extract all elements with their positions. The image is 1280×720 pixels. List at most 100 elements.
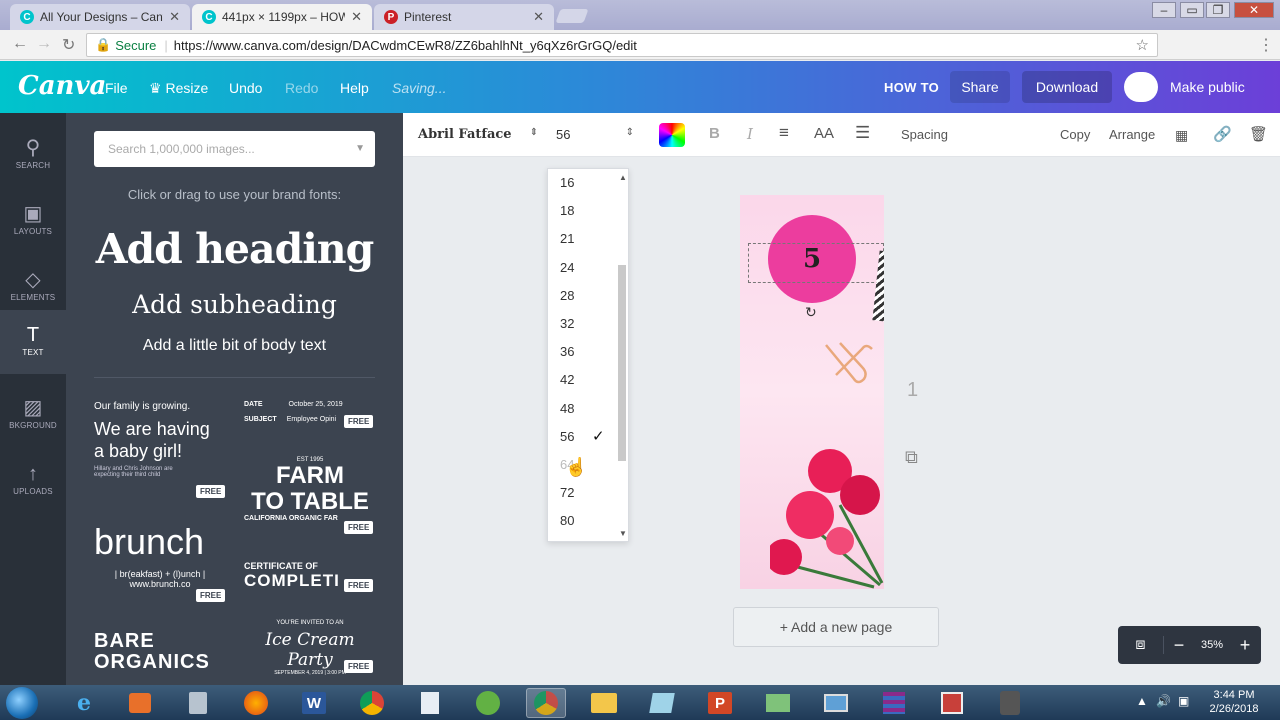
notepad-green-icon[interactable] — [758, 688, 798, 718]
rail-layouts[interactable]: ▣ LAYOUTS — [0, 189, 66, 253]
bold-button[interactable]: B — [709, 125, 720, 142]
font-size-option[interactable]: 36 — [560, 344, 574, 359]
arrange-button[interactable]: Arrange — [1109, 127, 1155, 142]
font-size-select[interactable]: 56 ⇕ — [556, 127, 634, 142]
font-size-option[interactable]: 21 — [560, 231, 574, 246]
reload-icon[interactable]: ↻ — [62, 35, 75, 55]
template-memo[interactable]: DATE October 25, 2019 SUBJECT Employee Opi… — [244, 401, 376, 441]
browser-tab-designs[interactable]: C All Your Designs – Canva ✕ — [10, 4, 190, 30]
carnation-flowers-image[interactable] — [770, 445, 884, 589]
calculator-icon[interactable] — [178, 688, 218, 718]
template-farm-to-table[interactable]: EST 1995 FARM TO TABLE CALIFORNIA ORGANI… — [244, 457, 376, 535]
rail-text[interactable]: T TEXT — [0, 310, 66, 374]
template-ice-cream-party[interactable]: YOU'RE INVITED TO AN Ice Cream Party SEP… — [244, 620, 376, 680]
image-search-input[interactable]: Search 1,000,000 images... ▼ — [94, 131, 375, 167]
add-new-page-button[interactable]: + Add a new page — [733, 607, 939, 647]
font-size-option[interactable]: 56 — [560, 429, 574, 444]
font-size-option[interactable]: 32 — [560, 316, 574, 331]
browser-tab-design-edit[interactable]: C 441px × 1199px – HOW ✕ — [192, 4, 372, 30]
undo-button[interactable]: Undo — [229, 80, 262, 96]
rotate-handle-icon[interactable]: ↻ — [805, 304, 817, 321]
show-hidden-icons-icon[interactable]: ▲ — [1136, 694, 1148, 708]
font-size-option[interactable]: 48 — [560, 401, 574, 416]
design-page[interactable]: 5 — [740, 195, 884, 589]
text-case-button[interactable]: AA — [814, 125, 834, 142]
make-public-toggle[interactable]: Make public — [1122, 71, 1245, 103]
present-icon[interactable]: ⧈ — [1118, 636, 1164, 654]
volume-icon[interactable]: 🔊 — [1156, 694, 1171, 708]
download-button[interactable]: Download — [1022, 71, 1112, 103]
text-selection-box[interactable] — [748, 243, 884, 283]
tab-close-icon[interactable]: ✕ — [351, 9, 362, 25]
add-heading-button[interactable]: Add heading — [66, 225, 403, 273]
template-brunch[interactable]: brunch | br(eakfast) + (l)unch | www.bru… — [94, 521, 226, 605]
redo-button[interactable]: Redo — [285, 80, 318, 96]
template-certificate[interactable]: CERTIFICATE OF COMPLETI FREE — [244, 561, 376, 601]
link-icon[interactable]: 🔗 — [1213, 125, 1232, 143]
trash-icon[interactable]: 🗑 — [1249, 125, 1268, 143]
transparency-icon[interactable]: ▦ — [1175, 127, 1188, 144]
paint-icon[interactable] — [932, 688, 972, 718]
share-button[interactable]: Share — [950, 71, 1010, 103]
rail-uploads[interactable]: ↑ UPLOADS — [0, 449, 66, 513]
scroll-down-arrow-icon[interactable]: ▼ — [619, 529, 627, 538]
url-text[interactable]: https://www.canva.com/design/DACwdmCEwR8… — [174, 38, 637, 53]
text-color-swatch[interactable] — [659, 123, 685, 147]
back-arrow-icon[interactable]: ← — [12, 35, 28, 53]
minimize-window-button[interactable]: – — [1152, 2, 1176, 18]
zoom-in-button[interactable]: + — [1230, 635, 1260, 656]
copy-button[interactable]: Copy — [1060, 127, 1090, 142]
resize-menu[interactable]: ♛ Resize — [149, 80, 208, 97]
canva-logo[interactable]: Canva — [18, 71, 106, 101]
font-size-option[interactable]: 16 — [560, 175, 574, 190]
add-subheading-button[interactable]: Add subheading — [66, 290, 403, 319]
new-tab-button[interactable] — [555, 9, 589, 23]
font-size-dropdown[interactable]: ▲ ▼ ✓ 1618212428323642485664728088 — [547, 168, 629, 542]
template-baby-announcement[interactable]: Our family is growing. We are having a b… — [94, 401, 234, 501]
font-size-option[interactable]: 18 — [560, 203, 574, 218]
close-window-button[interactable]: ✕ — [1234, 2, 1274, 18]
utorrent-icon[interactable] — [468, 688, 508, 718]
rail-search[interactable]: ⚲ SEARCH — [0, 123, 66, 187]
design-title[interactable]: HOW TO — [884, 80, 939, 95]
tab-close-icon[interactable]: ✕ — [169, 9, 180, 25]
firefox-icon[interactable] — [236, 688, 276, 718]
zoom-out-button[interactable]: − — [1164, 635, 1194, 656]
window-icon[interactable] — [816, 688, 856, 718]
maximize-window-button[interactable]: ❐ — [1206, 2, 1230, 18]
font-family-select[interactable]: Abril Fatface ⇕ — [418, 127, 538, 142]
notepad-icon[interactable] — [410, 688, 450, 718]
tab-close-icon[interactable]: ✕ — [533, 9, 544, 25]
font-size-option[interactable]: 80 — [560, 513, 574, 528]
align-center-icon[interactable]: ≡ — [779, 123, 789, 143]
bookmark-star-icon[interactable]: ☆ — [1136, 36, 1149, 54]
camera-icon[interactable] — [990, 688, 1030, 718]
chrome-icon[interactable] — [352, 688, 392, 718]
font-size-option[interactable]: 72 — [560, 485, 574, 500]
word-icon[interactable]: W — [294, 688, 334, 718]
font-size-option[interactable]: 28 — [560, 288, 574, 303]
forward-arrow-icon[interactable]: → — [36, 35, 52, 53]
font-size-option[interactable]: 42 — [560, 372, 574, 387]
chrome-active-icon[interactable] — [526, 688, 566, 718]
media-player-icon[interactable] — [120, 688, 160, 718]
network-icon[interactable]: ▣ — [1178, 694, 1189, 708]
scrollbar-thumb[interactable] — [618, 265, 626, 461]
powerpoint-icon[interactable]: P — [700, 688, 740, 718]
chevron-down-icon[interactable]: ▼ — [355, 143, 365, 154]
folder-icon[interactable] — [642, 688, 682, 718]
help-menu[interactable]: Help — [340, 80, 369, 96]
paperclip-image[interactable] — [818, 335, 876, 393]
scroll-up-arrow-icon[interactable]: ▲ — [619, 173, 627, 182]
font-size-option[interactable]: 24 — [560, 260, 574, 275]
add-body-text-button[interactable]: Add a little bit of body text — [66, 337, 403, 355]
file-menu[interactable]: File — [105, 80, 128, 96]
browser-menu-icon[interactable]: ⋮ — [1258, 35, 1274, 55]
list-icon[interactable]: ☰ — [855, 123, 870, 143]
user-profile-button[interactable]: ▭ — [1180, 2, 1204, 18]
italic-button[interactable]: I — [747, 125, 753, 143]
rail-background[interactable]: ▨ BKGROUND — [0, 383, 66, 447]
browser-tab-pinterest[interactable]: P Pinterest ✕ — [374, 4, 554, 30]
zoom-value[interactable]: 35% — [1194, 639, 1230, 651]
file-explorer-icon[interactable] — [584, 688, 624, 718]
